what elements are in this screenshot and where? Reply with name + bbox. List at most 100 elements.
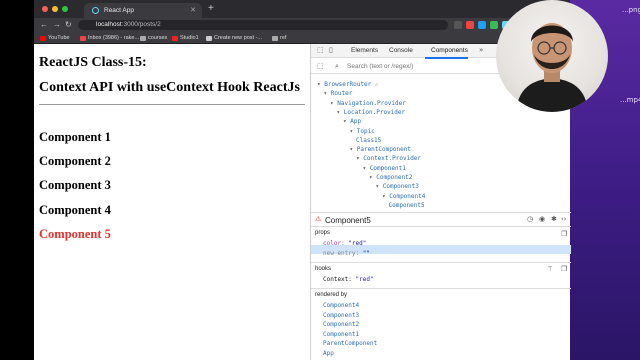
- tree-node-class15[interactable]: Class15: [356, 137, 381, 144]
- prop-key: new entry: [323, 250, 356, 257]
- expand-arrow-icon[interactable]: ▾: [324, 90, 331, 97]
- react-favicon-icon: [92, 7, 99, 14]
- selected-component-name: Component5: [325, 216, 371, 225]
- hook-context[interactable]: Context: "red": [323, 276, 374, 283]
- props-label: props: [315, 230, 331, 236]
- extension-icon[interactable]: [466, 21, 474, 29]
- maximize-window-icon[interactable]: [62, 6, 68, 12]
- desktop-file-label[interactable]: ...png: [622, 6, 640, 14]
- bookmark-ref[interactable]: ref: [272, 35, 286, 41]
- back-icon[interactable]: ←: [40, 20, 48, 29]
- tree-node-context-provider[interactable]: ▾ Context.Provider: [356, 155, 421, 162]
- bookmark-inbox[interactable]: Inbox (3986) - rake...: [80, 35, 139, 41]
- component-search-input[interactable]: Search (text or /regex/): [347, 63, 413, 70]
- divider: [311, 212, 571, 213]
- copy-icon[interactable]: ❐: [561, 230, 567, 238]
- desktop-file-label[interactable]: ...mp4: [620, 96, 640, 104]
- tree-node-label: Topic: [356, 127, 375, 135]
- bookmark-label: courses: [148, 35, 168, 41]
- reload-icon[interactable]: ↻: [65, 20, 72, 29]
- tree-node-component5[interactable]: Component5: [389, 202, 425, 209]
- minimize-window-icon[interactable]: [52, 6, 58, 12]
- magic-wand-icon[interactable]: ⚚: [547, 265, 553, 273]
- rendered-by-item[interactable]: Component4: [323, 302, 359, 309]
- prop-key: color: [323, 240, 342, 247]
- warning-icon: ⚠: [374, 81, 379, 88]
- rendered-by-item[interactable]: Component1: [323, 331, 359, 338]
- expand-arrow-icon[interactable]: ▾: [350, 146, 357, 153]
- tab-components[interactable]: Components: [425, 47, 468, 59]
- prop-value[interactable]: "red": [348, 240, 366, 247]
- tree-node-navigation-provider[interactable]: ▾ Navigation.Provider: [330, 100, 406, 107]
- forward-icon[interactable]: →: [53, 20, 61, 29]
- expand-arrow-icon[interactable]: ▾: [363, 165, 370, 172]
- bookmark-courses[interactable]: courses: [140, 35, 167, 41]
- expand-arrow-icon[interactable]: ▾: [350, 128, 357, 135]
- url-field[interactable]: localhost:3000/posts/2: [78, 20, 448, 30]
- prop-color[interactable]: color: "red": [323, 240, 366, 247]
- select-component-icon[interactable]: ⬚: [317, 62, 324, 70]
- bookmark-label: Inbox (3986) - rake...: [88, 35, 140, 41]
- divider: [311, 288, 571, 289]
- url-host: localhost: [96, 21, 122, 28]
- device-toolbar-icon[interactable]: ▯: [329, 46, 333, 54]
- address-bar-row: ← → ↻ localhost:3000/posts/2: [34, 18, 570, 32]
- bookmark-create-post[interactable]: Create new post -...: [206, 35, 262, 41]
- prop-value[interactable]: "": [363, 250, 370, 257]
- tree-node-component1[interactable]: ▾ Component1: [363, 165, 406, 172]
- tree-node-label: Location.Provider: [343, 108, 406, 116]
- tree-node-parentcomponent[interactable]: ▾ ParentComponent: [350, 146, 411, 153]
- url-path: :3000/posts/2: [121, 21, 161, 28]
- tab-console[interactable]: Console: [389, 47, 413, 54]
- studio-icon: [172, 35, 178, 41]
- tree-node-label: Class15: [356, 136, 382, 144]
- tree-node-topic[interactable]: ▾ Topic: [350, 128, 375, 135]
- stopwatch-icon[interactable]: ◷: [527, 215, 533, 223]
- tree-node-label: Component5: [388, 201, 425, 209]
- bookmarks-bar: YouTube Inbox (3986) - rake... courses S…: [34, 32, 570, 44]
- rendered-by-item[interactable]: Component3: [323, 312, 359, 319]
- hooks-label: hooks: [315, 266, 332, 272]
- copy-icon[interactable]: ❐: [561, 265, 567, 273]
- expand-arrow-icon[interactable]: ▾: [376, 183, 383, 190]
- new-tab-button[interactable]: +: [208, 3, 214, 14]
- webcam-overlay: [496, 0, 608, 112]
- tree-node-component4[interactable]: ▾ Component4: [382, 193, 425, 200]
- rendered-by-item[interactable]: ParentComponent: [323, 340, 377, 347]
- bookmark-youtube[interactable]: YouTube: [40, 35, 70, 41]
- eye-icon[interactable]: ◉: [539, 215, 545, 223]
- inspect-element-icon[interactable]: ⬚: [317, 46, 324, 54]
- warning-icon: ⚠: [315, 215, 322, 223]
- extension-icon[interactable]: [490, 21, 498, 29]
- divider: [311, 262, 571, 263]
- expand-arrow-icon[interactable]: ▾: [337, 109, 344, 116]
- tab-elements[interactable]: Elements: [351, 47, 378, 54]
- bookmark-label: Create new post -...: [214, 35, 262, 41]
- tree-node-label: BrowserRouter: [324, 81, 372, 88]
- divider: [39, 104, 305, 105]
- close-tab-icon[interactable]: ✕: [190, 6, 196, 14]
- browser-window: React App ✕ + ← → ↻ localhost:3000/posts…: [34, 0, 571, 360]
- tree-node-label: Component3: [382, 183, 419, 191]
- tree-node-component3[interactable]: ▾ Component3: [376, 183, 419, 190]
- tree-node-label: Router: [330, 90, 353, 98]
- tree-node-app[interactable]: ▾ App: [343, 118, 361, 125]
- tree-node-router[interactable]: ▾ Router: [324, 90, 353, 97]
- tree-node-component2[interactable]: ▾ Component2: [369, 174, 412, 181]
- view-source-icon[interactable]: ‹›: [561, 215, 567, 223]
- close-window-icon[interactable]: [42, 6, 48, 12]
- component-5-heading: Component 5: [39, 227, 111, 241]
- rendered-by-item[interactable]: App: [323, 350, 334, 357]
- rendered-by-item[interactable]: Component2: [323, 321, 359, 328]
- browser-tab[interactable]: React App ✕: [84, 3, 202, 18]
- share-icon[interactable]: [454, 21, 462, 29]
- bug-icon[interactable]: ✱: [551, 215, 557, 223]
- extension-icon[interactable]: [478, 21, 486, 29]
- bookmark-studio[interactable]: Studio1: [172, 35, 199, 41]
- chevron-right-double-icon[interactable]: »: [479, 46, 483, 54]
- hook-key: Context: [323, 276, 349, 283]
- bookmark-label: Studio1: [180, 35, 199, 41]
- tree-node-browserrouter[interactable]: ▾ BrowserRouter ⚠: [317, 81, 378, 88]
- tree-node-location-provider[interactable]: ▾ Location.Provider: [337, 109, 406, 116]
- prop-new-entry[interactable]: new entry: "": [323, 250, 370, 257]
